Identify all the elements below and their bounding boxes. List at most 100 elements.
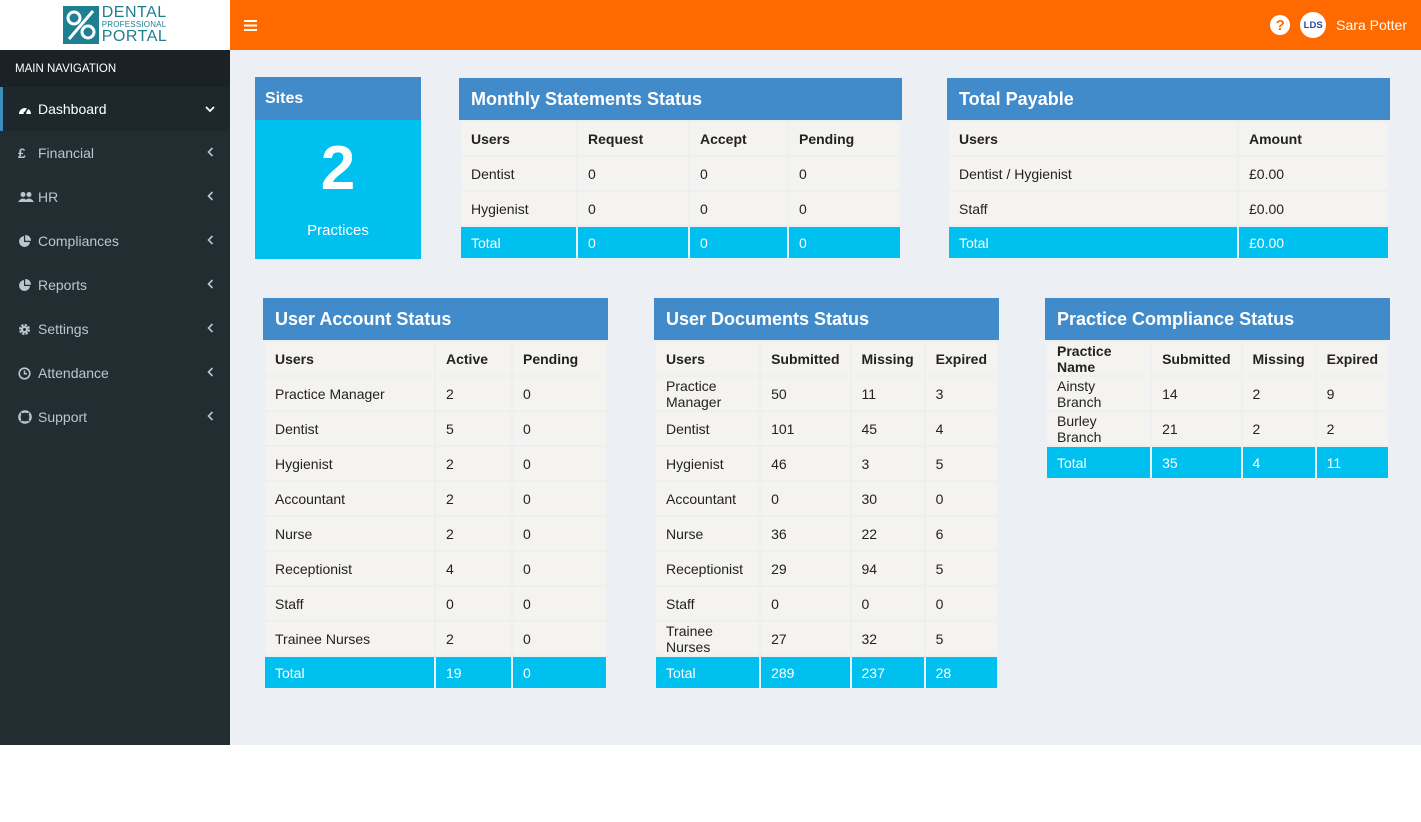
sidebar-item-label: Support (38, 409, 88, 425)
total-row: Total 0 0 0 (461, 227, 900, 258)
sidebar-item-label: Attendance (38, 365, 109, 381)
panel-title: Practice Compliance Status (1045, 298, 1390, 340)
table-cell: 5 (925, 447, 997, 480)
column-header: Request (578, 122, 688, 155)
monthly-statements-panel: Monthly Statements Status Users Request … (459, 78, 902, 260)
table-cell: 46 (761, 447, 850, 480)
table-cell: 0 (789, 157, 900, 190)
column-header: Users (656, 342, 760, 375)
table-row: Practice Manager 50 11 3 (656, 377, 997, 410)
table-cell: 30 (851, 482, 924, 515)
table-cell: 2 (1242, 377, 1315, 410)
table-cell: Trainee Nurses (656, 622, 760, 655)
table-cell: Hygienist (461, 192, 576, 225)
table-cell: 237 (851, 657, 924, 688)
column-header: Missing (851, 342, 924, 375)
table-cell: £0.00 (1239, 192, 1388, 225)
chevron-down-icon (204, 102, 216, 116)
table-cell: £0.00 (1239, 157, 1388, 190)
table-cell: 6 (925, 517, 997, 550)
table-cell: 2 (436, 482, 511, 515)
table-cell: 14 (1152, 377, 1241, 410)
user-documents-table: Users Submitted Missing Expired Practice… (654, 340, 999, 690)
logo[interactable]: DENTAL PROFESSIONAL PORTAL (0, 0, 230, 50)
sidebar-item-label: Financial (38, 145, 95, 161)
table-cell: 2 (436, 447, 511, 480)
sidebar-item-hr[interactable]: HR (0, 175, 230, 219)
column-header: Active (436, 342, 511, 375)
column-header: Users (461, 122, 576, 155)
lifebuoy-icon (18, 410, 38, 424)
sidebar-item-reports[interactable]: Reports (0, 263, 230, 307)
sidebar-item-settings[interactable]: Settings (0, 307, 230, 351)
table-cell: Staff (656, 587, 760, 620)
user-account-panel: User Account Status Users Active Pending… (263, 298, 608, 690)
table-cell: 21 (1152, 412, 1241, 445)
table-cell: Receptionist (656, 552, 760, 585)
table-row: Receptionist 29 94 5 (656, 552, 997, 585)
sidebar-item-compliances[interactable]: Compliances (0, 219, 230, 263)
table-cell: 35 (1152, 447, 1241, 478)
table-cell: Nurse (265, 517, 434, 550)
table-row: Ainsty Branch 14 2 9 (1047, 377, 1388, 410)
table-cell: Nurse (656, 517, 760, 550)
table-row: Dentist / Hygienist £0.00 (949, 157, 1388, 190)
practice-compliance-panel: Practice Compliance Status Practice Name… (1045, 298, 1390, 480)
sidebar-item-financial[interactable]: £ Financial (0, 131, 230, 175)
sidebar-item-label: Reports (38, 277, 88, 293)
table-cell: 2 (1316, 412, 1388, 445)
table-cell: 0 (690, 157, 787, 190)
table-cell: 45 (851, 412, 924, 445)
table-row: Hygienist 46 3 5 (656, 447, 997, 480)
table-cell: 5 (436, 412, 511, 445)
table-row: Trainee Nurses 27 32 5 (656, 622, 997, 655)
column-header: Expired (925, 342, 997, 375)
total-payable-table: Users Amount Dentist / Hygienist £0.00 S… (947, 120, 1390, 260)
avatar[interactable]: LDS (1300, 12, 1327, 38)
table-row: Trainee Nurses 2 0 (265, 622, 606, 655)
table-cell: Burley Branch (1047, 412, 1151, 445)
sidebar-item-dashboard[interactable]: Dashboard (0, 87, 230, 131)
sidebar-item-label: HR (38, 189, 59, 205)
user-name[interactable]: Sara Potter (1336, 17, 1407, 33)
table-cell: 94 (851, 552, 924, 585)
table-cell: Total (265, 657, 434, 688)
help-icon[interactable]: ? (1270, 15, 1291, 35)
table-cell: 0 (513, 552, 606, 585)
panel-title: Total Payable (947, 78, 1390, 120)
logo-mark-icon (62, 6, 99, 44)
panel-title: User Documents Status (654, 298, 999, 340)
table-row: Staff 0 0 (265, 587, 606, 620)
table-cell: 0 (690, 192, 787, 225)
table-cell: 0 (578, 157, 688, 190)
table-cell: 4 (436, 552, 511, 585)
table-cell: Total (656, 657, 760, 688)
table-cell: 0 (761, 482, 850, 515)
table-cell: Practice Manager (656, 377, 760, 410)
menu-toggle-icon[interactable] (230, 0, 270, 50)
table-cell: Trainee Nurses (265, 622, 434, 655)
sites-card[interactable]: Sites 2 Practices (255, 77, 421, 259)
chevron-left-icon (204, 322, 216, 336)
sidebar-item-support[interactable]: Support (0, 395, 230, 439)
table-cell: 2 (436, 517, 511, 550)
table-cell: Hygienist (265, 447, 434, 480)
table-cell: 0 (513, 482, 606, 515)
table-cell: Total (1047, 447, 1151, 478)
table-row: Nurse 2 0 (265, 517, 606, 550)
table-cell: 0 (513, 412, 606, 445)
sidebar-item-label: Settings (38, 321, 89, 337)
table-cell: 36 (761, 517, 850, 550)
table-cell: 5 (925, 622, 997, 655)
table-cell: Receptionist (265, 552, 434, 585)
table-cell: 2 (1242, 412, 1315, 445)
sites-title: Sites (255, 77, 421, 120)
table-cell: 2 (436, 622, 511, 655)
sidebar-item-attendance[interactable]: Attendance (0, 351, 230, 395)
table-row: Dentist 5 0 (265, 412, 606, 445)
table-cell: 5 (925, 552, 997, 585)
chevron-left-icon (204, 410, 216, 424)
table-cell: 0 (578, 227, 688, 258)
panel-title: Monthly Statements Status (459, 78, 902, 120)
total-row: Total £0.00 (949, 227, 1388, 258)
